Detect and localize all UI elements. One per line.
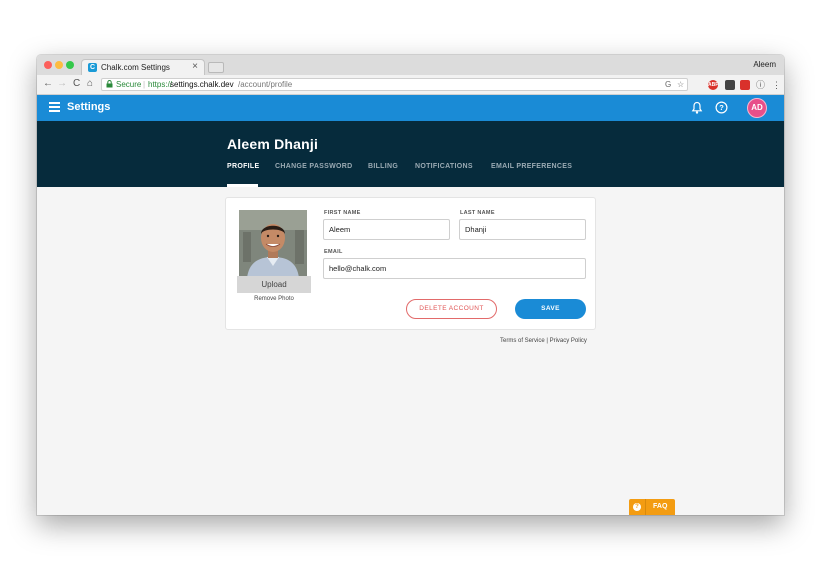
delete-account-button[interactable]: DELETE ACCOUNT [406, 299, 497, 319]
question-icon: ? [633, 503, 641, 511]
tab-close-icon[interactable]: × [192, 61, 198, 72]
last-name-field[interactable]: Dhanji [459, 219, 586, 240]
user-full-name: Aleem Dhanji [227, 136, 319, 152]
tab-profile[interactable]: PROFILE [227, 163, 259, 170]
info-icon[interactable]: ⓘ [756, 79, 765, 91]
lock-icon [106, 80, 113, 90]
browser-tab[interactable]: C Chalk.com Settings × [81, 59, 205, 75]
profile-photo [239, 210, 307, 278]
svg-text:?: ? [719, 103, 724, 112]
first-name-label: FIRST NAME [324, 210, 361, 216]
chalk-favicon-icon: C [88, 63, 97, 72]
help-icon[interactable]: ? [715, 101, 728, 114]
shield-icon[interactable]: G [665, 80, 671, 89]
tab-notifications[interactable]: NOTIFICATIONS [415, 163, 473, 170]
upload-photo-button[interactable]: Upload [237, 276, 311, 293]
back-arrow-icon[interactable]: ← [43, 78, 53, 90]
faq-divider [645, 499, 646, 515]
active-tab-indicator [227, 184, 258, 187]
profile-banner: Aleem Dhanji PROFILE CHANGE PASSWORD BIL… [37, 121, 784, 187]
browser-window: C Chalk.com Settings × Aleem ← → C ⌂ Sec… [37, 55, 784, 515]
first-name-field[interactable]: Aleem [323, 219, 450, 240]
browser-toolbar: ← → C ⌂ Secure | https:// settings.chalk… [37, 75, 784, 95]
browser-menu-icon[interactable]: ⋮ [772, 79, 781, 91]
home-icon[interactable]: ⌂ [87, 78, 93, 90]
user-avatar[interactable]: AD [747, 98, 767, 118]
adblock-icon[interactable]: ABP [708, 80, 719, 90]
app-title: Settings [67, 101, 111, 113]
new-tab-button[interactable] [208, 62, 224, 73]
terms-link[interactable]: Terms of Service [500, 338, 545, 344]
privacy-link[interactable]: Privacy Policy [550, 338, 587, 344]
maximize-window-button[interactable] [66, 61, 74, 69]
last-name-label: LAST NAME [460, 210, 495, 216]
hamburger-menu-icon[interactable] [49, 102, 60, 112]
secure-label: Secure [116, 80, 142, 89]
url-path: /account/profile [238, 80, 293, 89]
tab-strip: C Chalk.com Settings × Aleem [37, 55, 784, 75]
gmail-icon[interactable] [740, 80, 750, 90]
address-bar[interactable]: Secure | https:// settings.chalk.dev /ac… [101, 78, 688, 91]
save-button[interactable]: SAVE [515, 299, 586, 319]
url-scheme: https:// [148, 80, 173, 89]
reload-icon[interactable]: C [73, 78, 80, 90]
profile-card: Upload Remove Photo FIRST NAME Aleem LAS… [225, 197, 596, 330]
app-header: Settings ? AD [37, 95, 784, 121]
footer-links: Terms of Service | Privacy Policy [500, 338, 587, 344]
forward-arrow-icon[interactable]: → [57, 78, 67, 90]
bookmark-star-icon[interactable]: ☆ [677, 80, 684, 89]
tab-email-preferences[interactable]: EMAIL PREFERENCES [491, 163, 572, 170]
minimize-window-button[interactable] [55, 61, 63, 69]
browser-profile-name[interactable]: Aleem [753, 60, 776, 69]
tab-title: Chalk.com Settings [101, 63, 170, 72]
tab-change-password[interactable]: CHANGE PASSWORD [275, 163, 352, 170]
bell-icon[interactable] [691, 101, 703, 115]
faq-label: FAQ [653, 503, 668, 510]
footer-divider: | [546, 338, 548, 344]
url-host: settings.chalk.dev [170, 80, 234, 89]
tab-billing[interactable]: BILLING [368, 163, 398, 170]
email-field[interactable]: hello@chalk.com [323, 258, 586, 279]
close-window-button[interactable] [44, 61, 52, 69]
address-separator: | [143, 80, 146, 89]
email-label: EMAIL [324, 249, 343, 255]
pocket-icon[interactable] [725, 80, 735, 90]
faq-button[interactable]: ? FAQ [629, 499, 675, 515]
remove-photo-link[interactable]: Remove Photo [237, 296, 311, 302]
